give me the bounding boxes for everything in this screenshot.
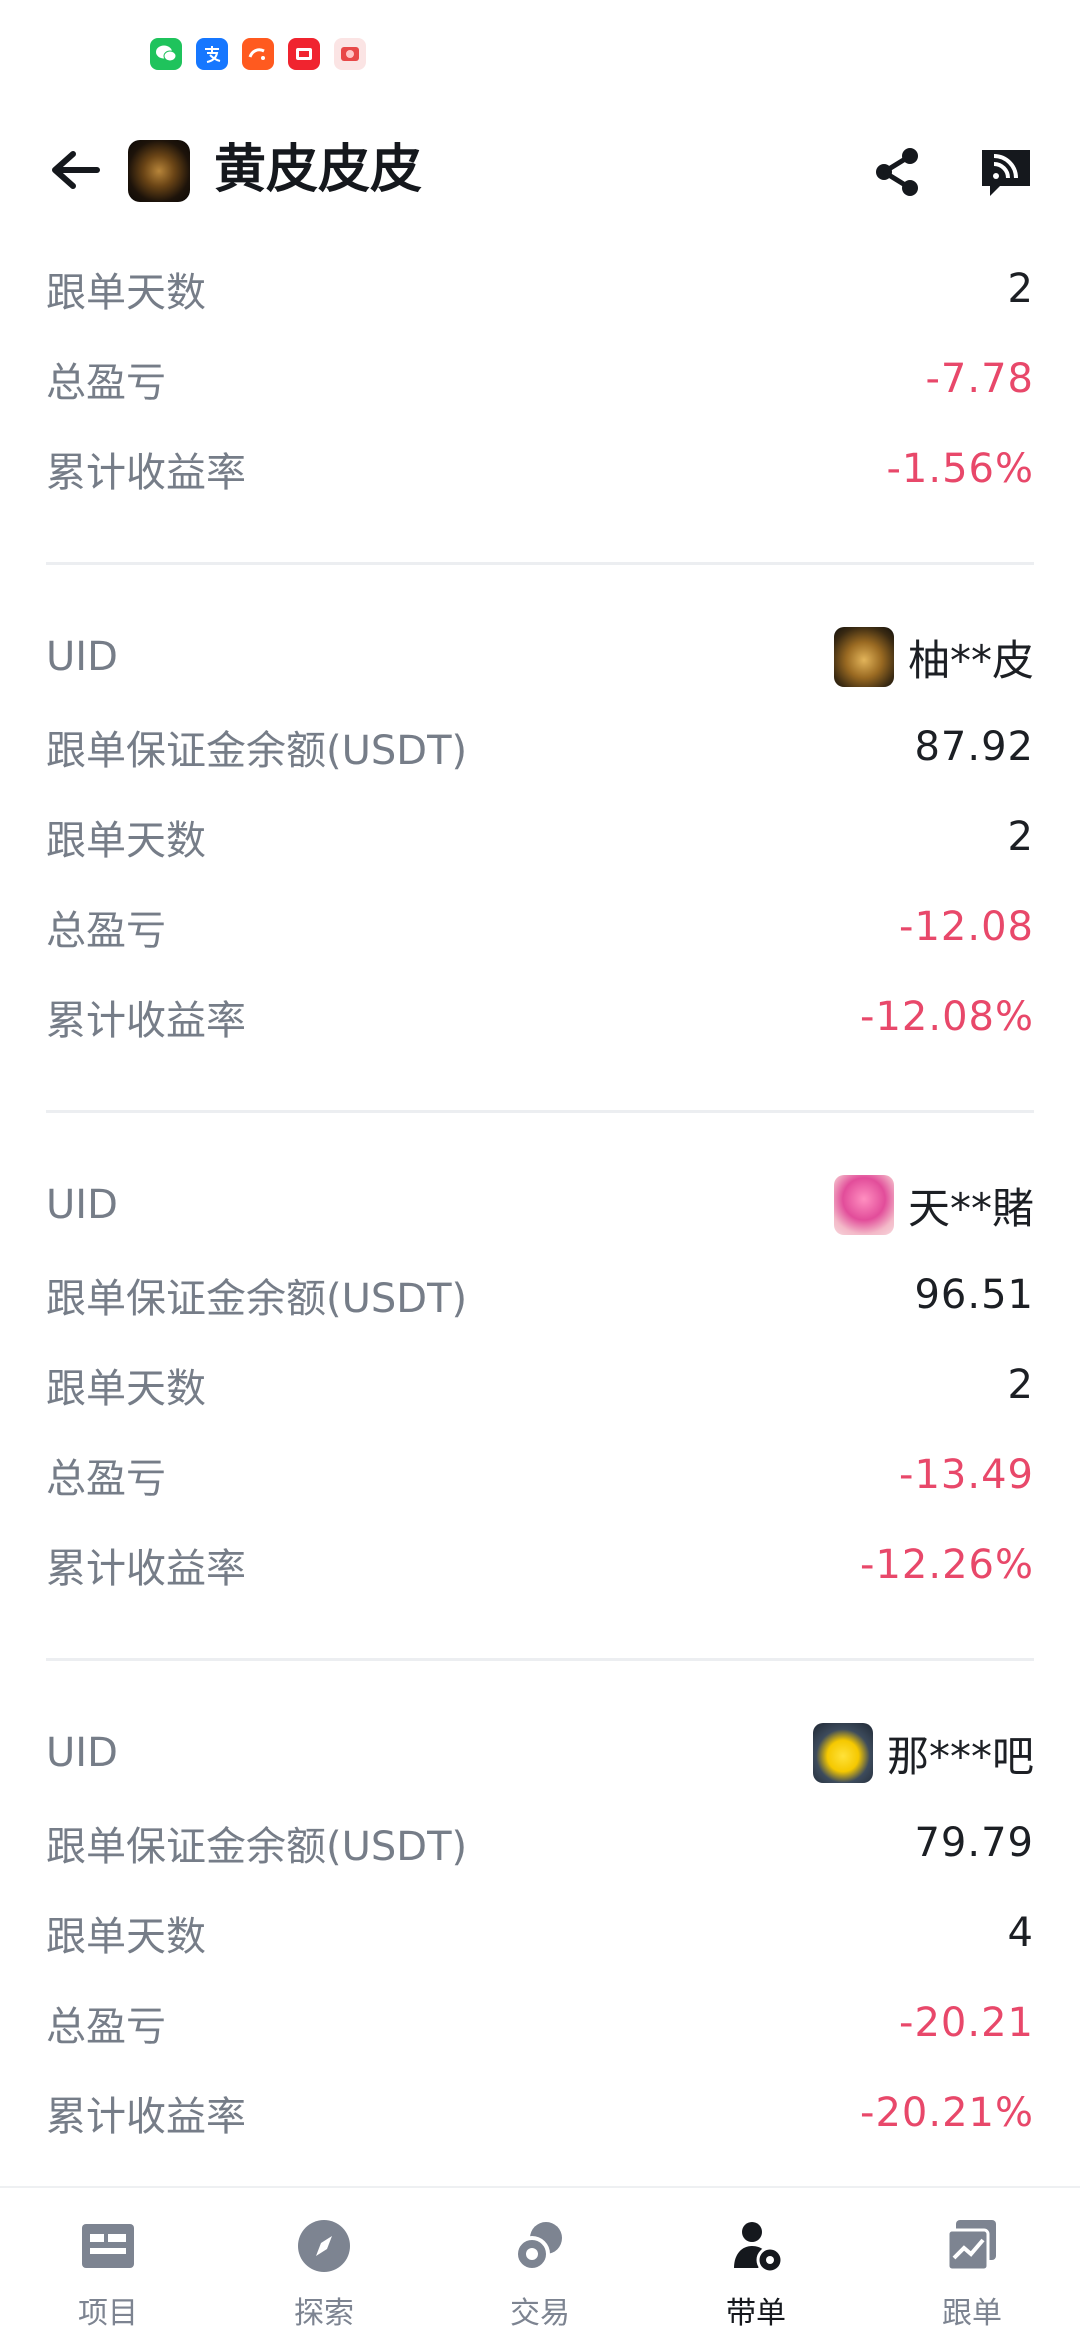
total-pnl-label: 总盈亏	[46, 908, 166, 954]
list-item: 跟单保证金余额(USDT) 96.51	[46, 1250, 1034, 1340]
alipay-icon	[196, 38, 228, 70]
list-item: 累计收益率 -12.26%	[46, 1520, 1034, 1610]
tab-label: 探索	[294, 2296, 354, 2331]
total-pnl-value: -7.78	[925, 356, 1034, 402]
list-item: 跟单天数 2	[46, 244, 1034, 334]
status-bar	[0, 0, 1080, 110]
feed-button[interactable]	[976, 142, 1036, 202]
project-icon	[78, 2218, 138, 2274]
cumulative-return-value: -20.21%	[860, 2090, 1034, 2136]
total-pnl-label: 总盈亏	[46, 2004, 166, 2050]
trade-icon	[510, 2218, 570, 2274]
follow-days-label: 跟单天数	[46, 818, 206, 864]
tab-label: 跟单	[942, 2296, 1002, 2331]
cumulative-return-label: 累计收益率	[46, 1546, 246, 1592]
follow-days-label: 跟单天数	[46, 1914, 206, 1960]
list-item: 总盈亏 -12.08	[46, 882, 1034, 972]
uid-label: UID	[46, 1730, 118, 1776]
follow-days-value: 4	[1007, 1910, 1034, 1956]
list-item: 跟单天数 2	[46, 792, 1034, 882]
follow-days-value: 2	[1007, 266, 1034, 312]
total-pnl-value: -20.21	[899, 2000, 1034, 2046]
margin-balance-value: 96.51	[914, 1272, 1034, 1318]
list-item: 总盈亏 -13.49	[46, 1430, 1034, 1520]
page-title: 黄皮皮皮	[214, 140, 423, 200]
compass-icon	[294, 2218, 354, 2274]
follower-name: 柚**皮	[907, 635, 1034, 685]
copy-trade-icon	[942, 2218, 1002, 2274]
feed-icon	[982, 150, 1030, 196]
margin-balance-value: 79.79	[914, 1820, 1034, 1866]
total-pnl-value: -12.08	[899, 904, 1034, 950]
share-button[interactable]	[868, 142, 928, 202]
cumulative-return-value: -1.56%	[886, 446, 1034, 492]
list-item: 跟单保证金余额(USDT) 79.79	[46, 1798, 1034, 1888]
margin-balance-label: 跟单保证金余额(USDT)	[46, 728, 468, 774]
list-item: 总盈亏 -7.78	[46, 334, 1034, 424]
follower-avatar	[833, 627, 894, 687]
back-button[interactable]	[40, 140, 110, 200]
follow-days-value: 2	[1007, 1362, 1034, 1408]
margin-balance-value: 87.92	[914, 724, 1034, 770]
list-item: 总盈亏 -20.21	[46, 1978, 1034, 2068]
total-pnl-label: 总盈亏	[46, 1456, 166, 1502]
uid-label: UID	[46, 634, 118, 680]
trader-avatar	[128, 140, 190, 202]
cumulative-return-label: 累计收益率	[46, 450, 246, 496]
tab-trade[interactable]: 交易	[432, 2188, 648, 2342]
list-item: 跟单天数 4	[46, 1888, 1034, 1978]
tab-label: 带单	[726, 2296, 786, 2331]
uid-label: UID	[46, 1182, 118, 1228]
divider	[46, 1110, 1034, 1113]
divider	[46, 562, 1034, 565]
wechat-icon	[150, 38, 182, 70]
follower-avatar	[833, 1175, 894, 1235]
tab-explore[interactable]: 探索	[216, 2188, 432, 2342]
share-icon	[876, 148, 918, 196]
total-pnl-value: -13.49	[899, 1452, 1034, 1498]
tab-copy-trade[interactable]: 跟单	[864, 2188, 1080, 2342]
taobao-icon	[242, 38, 274, 70]
list-item: 累计收益率 -12.08%	[46, 972, 1034, 1062]
tab-project[interactable]: 项目	[0, 2188, 216, 2342]
cumulative-return-label: 累计收益率	[46, 2094, 246, 2140]
margin-balance-label: 跟单保证金余额(USDT)	[46, 1824, 468, 1870]
cumulative-return-label: 累计收益率	[46, 998, 246, 1044]
follower-uid-row[interactable]: UID 柚**皮	[46, 612, 1034, 702]
follower-uid-row[interactable]: UID 天**賭	[46, 1160, 1034, 1250]
cumulative-return-value: -12.08%	[860, 994, 1034, 1040]
follower-name: 那***吧	[886, 1731, 1034, 1781]
back-arrow-icon	[52, 151, 100, 189]
divider	[46, 1658, 1034, 1661]
total-pnl-label: 总盈亏	[46, 360, 166, 406]
follow-days-label: 跟单天数	[46, 270, 206, 316]
lead-trader-icon	[726, 2218, 786, 2274]
list-item: 跟单天数 2	[46, 1340, 1034, 1430]
follower-avatar	[812, 1723, 873, 1783]
tab-label: 项目	[78, 2296, 138, 2331]
follower-uid-row[interactable]: UID 那***吧	[46, 1708, 1034, 1798]
follower-name: 天**賭	[907, 1183, 1034, 1233]
red-app-icon	[288, 38, 320, 70]
tab-label: 交易	[510, 2296, 570, 2331]
list-item: 累计收益率 -20.21%	[46, 2068, 1034, 2158]
pig-app-icon	[334, 38, 366, 70]
follow-days-value: 2	[1007, 814, 1034, 860]
tab-lead-trade[interactable]: 带单	[648, 2188, 864, 2342]
follow-days-label: 跟单天数	[46, 1366, 206, 1412]
header: 黄皮皮皮	[0, 120, 1080, 220]
margin-balance-label: 跟单保证金余额(USDT)	[46, 1276, 468, 1322]
bottom-tab-bar: 项目 探索 交易 带单 跟单	[0, 2186, 1080, 2342]
cumulative-return-value: -12.26%	[860, 1542, 1034, 1588]
list-item: 跟单保证金余额(USDT) 87.92	[46, 702, 1034, 792]
list-item: 累计收益率 -1.56%	[46, 424, 1034, 514]
